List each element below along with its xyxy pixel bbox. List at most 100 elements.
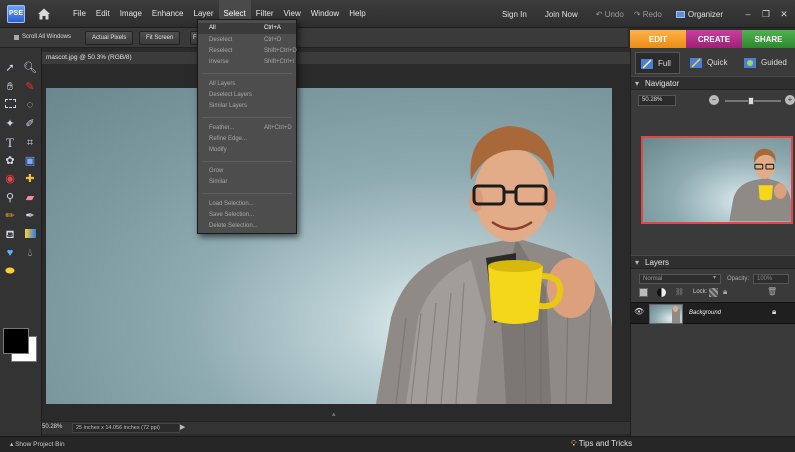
brush-tool-icon[interactable]: ✏ [3,209,17,223]
inverse-item[interactable]: Inverse Shift+Ctrl+I [198,57,296,68]
hand-tool-icon[interactable]: ✋︎ [3,80,17,94]
reselect-item[interactable]: Reselect Shift+Ctrl+D [198,46,297,57]
zoom-out-icon[interactable]: − [709,95,719,105]
delete-selection-item[interactable]: Delete Selection... [198,221,296,232]
move-tool-icon[interactable]: ➚ [3,61,17,75]
paint-bucket-tool-icon[interactable]: ⛾ [3,228,17,242]
menu-help[interactable]: Help [344,0,370,28]
deselect-item[interactable]: Deselect Ctrl+D [198,35,296,46]
similar-layers-item[interactable]: Similar Layers [198,101,296,112]
all-layers-item[interactable]: All Layers [198,79,296,90]
similar-item[interactable]: Similar [198,177,296,188]
menu-bar: PSE File Edit Image Enhance Layer Select… [0,0,795,28]
select-all-item[interactable]: All Ctrl+A [198,23,296,34]
navigator-slider-thumb[interactable] [747,97,754,105]
menu-separator [202,73,292,74]
close-icon[interactable]: ✕ [777,7,791,21]
status-menu-arrow-icon[interactable]: ▶ [180,423,188,433]
view-guided-button[interactable]: Guided [739,52,795,74]
actual-pixels-button[interactable]: Actual Pixels [85,31,134,45]
eraser-tool-icon[interactable]: ▰ [23,191,37,205]
adjustment-layer-icon[interactable] [657,288,666,297]
lasso-tool-icon[interactable]: ◌ [23,98,37,112]
crop-tool-icon[interactable]: ⌗ [23,136,37,150]
sponge-tool-icon[interactable]: ⬬ [3,264,17,278]
tab-create[interactable]: CREATE [686,30,742,49]
type-tool-icon[interactable]: T [3,136,17,150]
menu-image[interactable]: Image [115,0,147,28]
save-selection-item[interactable]: Save Selection... [198,210,296,221]
home-icon[interactable] [37,7,51,21]
feather-item[interactable]: Feather... Alt+Ctrl+D [198,123,296,134]
magic-wand-tool-icon[interactable]: ✦ [3,117,17,131]
spot-healing-tool-icon[interactable]: ✚ [23,172,37,186]
layer-name[interactable]: Background [689,310,721,316]
tips-and-tricks-link[interactable]: 💡︎ Tips and Tricks [571,439,632,449]
layer-row-background[interactable]: 👁︎ Background 🔒︎ [631,302,795,324]
delete-layer-icon[interactable]: 🗑︎ [767,287,777,296]
minimize-icon[interactable]: – [741,7,755,21]
blur-tool-icon[interactable]: 💧︎ [23,246,37,260]
view-full-button[interactable]: Full [635,52,680,74]
tab-edit[interactable]: EDIT [630,30,686,49]
undo-icon: ↶ [595,9,605,19]
organizer-button[interactable]: Organizer [675,10,723,19]
document-tab[interactable]: mascot.jpg @ 50.3% (RGB/8) [42,52,630,64]
quick-selection-tool-icon[interactable]: ✐ [23,117,37,131]
grow-item[interactable]: Grow [198,166,296,177]
blend-mode-select[interactable]: Normal [639,274,721,284]
navigator-preview[interactable] [641,136,793,224]
full-edit-icon [641,59,653,69]
red-eye-tool-icon[interactable]: ◉ [3,172,17,186]
menu-enhance[interactable]: Enhance [147,0,189,28]
layer-visibility-eye-icon[interactable]: 👁︎ [634,307,644,316]
smart-brush-tool-icon[interactable]: ✒ [23,209,37,223]
menu-window[interactable]: Window [306,0,344,28]
refine-edge-item[interactable]: Refine Edge... [198,134,296,145]
zoom-in-icon[interactable]: + [785,95,795,105]
tab-share[interactable]: SHARE [742,30,795,49]
show-project-bin-button[interactable]: ▴ Show Project Bin [10,440,65,448]
lock-all-icon[interactable]: 🔒︎ [723,287,727,297]
foreground-color-swatch[interactable] [3,328,29,354]
cookie-cutter-tool-icon[interactable]: ✿ [3,154,17,168]
options-bar: Scroll All Windows Actual Pixels Fit Scr… [0,28,628,48]
navigator-header[interactable]: Navigator [631,76,795,90]
clone-stamp-tool-icon[interactable]: ⚲ [3,191,17,205]
load-selection-item[interactable]: Load Selection... [198,199,296,210]
zoom-tool-icon[interactable]: 🔍︎ [23,61,37,75]
shape-tool-icon[interactable]: ♥ [3,246,17,260]
blend-mode-chevron-down-icon[interactable]: ▾ [713,274,716,281]
menu-file[interactable]: File [68,0,91,28]
navigator-zoom-slider[interactable] [725,97,781,105]
menu-edit[interactable]: Edit [91,0,115,28]
select-menu-dropdown: All Ctrl+A Deselect Ctrl+D Reselect Shift+C… [197,19,297,234]
checkbox-scroll-all[interactable] [14,35,19,40]
status-zoom[interactable]: 50.28% [42,424,62,430]
document-title: mascot.jpg @ 50.3% (RGB/8) [46,54,132,61]
lock-label: Lock: [693,289,708,295]
gradient-tool-icon[interactable] [23,228,37,242]
recompose-tool-icon[interactable]: ▣ [23,154,37,168]
layers-header[interactable]: Layers [631,255,795,269]
document-image[interactable] [46,88,612,404]
marquee-tool-icon[interactable] [3,98,17,112]
new-layer-icon[interactable] [639,288,648,297]
restore-icon[interactable]: ❐ [759,7,773,21]
lock-transparency-icon[interactable] [709,288,718,297]
fit-screen-button[interactable]: Fit Screen [139,31,181,45]
undo-button[interactable]: ↶ Undo [596,10,624,19]
menu-separator [202,161,292,162]
sign-in-link[interactable]: Sign In [502,10,527,19]
opacity-field[interactable]: 100% [753,274,789,284]
navigator-zoom-field[interactable]: 50.28% [638,95,676,106]
modify-item[interactable]: Modify [198,145,296,156]
deselect-layers-item[interactable]: Deselect Layers [198,90,296,101]
view-quick-button[interactable]: Quick [685,52,735,74]
redo-icon: ↷ [633,9,643,19]
link-layers-icon[interactable]: ⛓ [675,288,684,296]
join-now-link[interactable]: Join Now [545,10,578,19]
eyedropper-tool-icon[interactable]: ✎ [23,80,37,94]
canvas-scroll-indicator[interactable]: ▴ [332,410,336,418]
redo-button[interactable]: ↷ Redo [634,10,662,19]
